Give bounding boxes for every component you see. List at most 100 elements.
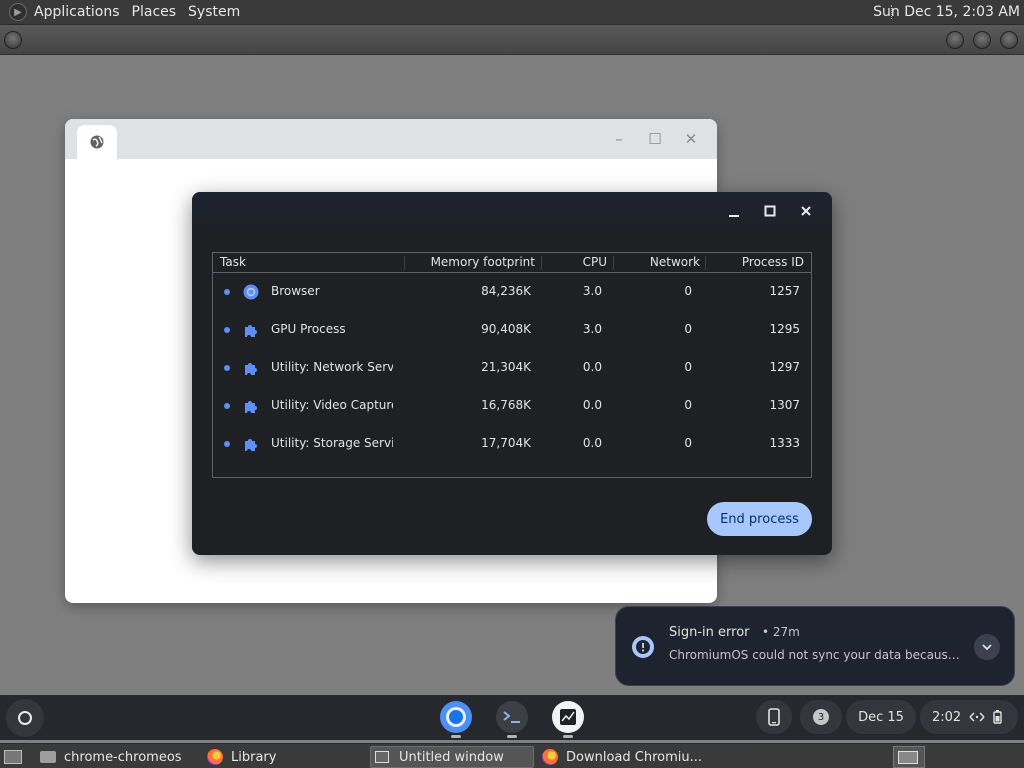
minimize-icon[interactable] [946,31,964,49]
workspace-switcher[interactable] [893,746,925,768]
notification-count-badge: 3 [813,709,829,725]
menu-places[interactable]: Places [132,4,177,20]
column-header-network[interactable]: Network [650,255,700,269]
close-icon[interactable]: ✕ [681,129,701,149]
table-header: Task Memory footprint CPU Network Proces… [213,253,811,273]
folder-icon [40,751,56,763]
column-divider [541,256,542,270]
table-row[interactable]: Utility: Storage Service 17,704K 0.0 0 1… [213,425,811,463]
cell-task: Utility: Network Service [271,360,393,374]
cell-network: 0 [684,360,692,374]
task-manager-titlebar [192,192,832,234]
signin-error-notification[interactable]: Sign-in error • 27m ChromiumOS could not… [615,606,1015,686]
cell-network: 0 [684,284,692,298]
window-menu-icon[interactable] [4,31,22,49]
maximize-icon[interactable] [973,31,991,49]
table-row[interactable]: Utility: Network Service 21,304K 0.0 0 1… [213,349,811,387]
row-indicator [224,327,230,333]
firefox-icon [207,749,223,765]
taskbar-item-chrome-chromeos[interactable]: chrome-chromeos [36,746,200,768]
cell-task: Utility: Video Capture [271,398,393,412]
phone-hub-button[interactable] [756,700,792,734]
close-icon[interactable] [1000,31,1018,49]
desktop-icon [4,750,22,764]
cell-memory: 21,304K [481,360,531,374]
terminal-app-icon[interactable] [495,700,529,734]
cell-process-id: 1307 [769,398,800,412]
column-divider [705,256,706,270]
launcher-button[interactable] [6,699,44,737]
puzzle-icon [245,401,257,413]
column-header-memory[interactable]: Memory footprint [431,255,535,269]
end-process-button[interactable]: End process [707,502,812,536]
taskbar-item-label: Untitled window [399,749,504,765]
table-row[interactable]: Utility: Video Capture 16,768K 0.0 0 130… [213,387,811,425]
date-tray-button[interactable]: Dec 15 [846,700,916,734]
cell-process-id: 1257 [769,284,800,298]
row-indicator [224,403,230,409]
shelf-clock: 2:02 [932,709,962,725]
table-row-partial[interactable] [213,463,811,477]
cell-process-id: 1297 [769,360,800,374]
taskbar-item-download-chromium[interactable]: Download Chromiu... [538,746,702,768]
cell-cpu: 0.0 [582,436,602,450]
show-desktop-button[interactable] [0,746,30,768]
minimize-icon[interactable]: – [609,129,629,149]
taskbar-item-library[interactable]: Library [203,746,367,768]
cell-process-id: 1333 [769,436,800,450]
row-indicator [224,441,230,447]
gnome-bottom-panel: chrome-chromeos Library Untitled window … [0,743,1024,768]
column-divider [404,256,405,270]
chrome-icon [243,284,259,300]
task-manager-app-icon[interactable] [551,700,585,734]
expand-notification-button[interactable] [974,634,1000,660]
puzzle-icon [245,363,257,375]
cell-task: Browser [271,284,320,298]
cell-memory: 17,704K [481,436,531,450]
cell-memory: 16,768K [481,398,531,412]
gnome-top-panel: ▶ Applications Places System Sun Dec 15,… [0,0,1024,25]
cell-task: GPU Process [271,322,346,336]
network-icon [969,712,985,722]
menu-applications[interactable]: Applications [34,4,120,20]
column-header-cpu[interactable]: CPU [583,255,607,269]
close-icon[interactable] [796,203,816,223]
process-table[interactable]: Task Memory footprint CPU Network Proces… [212,252,812,478]
cell-cpu: 3.0 [582,322,602,336]
minimize-icon[interactable] [724,204,744,224]
chevron-down-icon [982,644,992,651]
notification-title: Sign-in error [669,625,750,640]
globe-icon [90,135,104,149]
column-header-task[interactable]: Task [220,255,246,269]
chromium-app-icon[interactable] [439,700,473,734]
gnome-foot-icon[interactable]: ▶ [9,3,27,21]
maximize-icon[interactable] [760,203,780,223]
chromeos-shelf: 3 Dec 15 2:02 [0,695,1024,740]
taskbar-item-label: Download Chromiu... [566,749,702,765]
row-indicator [224,365,230,371]
running-indicator [451,735,461,738]
alert-icon [632,636,654,658]
task-manager-dialog: Task Memory footprint CPU Network Proces… [192,192,832,555]
status-area-button[interactable]: 2:02 [920,700,1018,734]
browser-tab[interactable] [77,125,117,159]
notification-time: • 27m [762,625,800,639]
workspace-icon [898,750,918,764]
notification-message: ChromiumOS could not sync your data beca… [669,648,964,662]
cell-task: Utility: Storage Service [271,436,393,450]
column-header-process-id[interactable]: Process ID [742,255,804,269]
taskbar-item-untitled-window[interactable]: Untitled window [370,746,534,768]
maximize-icon[interactable]: ☐ [645,129,665,149]
cell-network: 0 [684,322,692,336]
cell-memory: 84,236K [481,284,531,298]
taskbar-item-label: Library [231,749,277,765]
table-row[interactable]: Browser 84,236K 3.0 0 1257 [213,273,811,311]
table-row[interactable]: GPU Process 90,408K 3.0 0 1295 [213,311,811,349]
running-indicator [563,735,573,738]
cell-process-id: 1295 [769,322,800,336]
notification-counter-button[interactable]: 3 [800,700,842,734]
menu-system[interactable]: System [188,4,240,20]
panel-clock[interactable]: Sun Dec 15, 2:03 AM [873,4,1020,20]
row-indicator [224,289,230,295]
vm-window-titlebar [0,25,1024,55]
